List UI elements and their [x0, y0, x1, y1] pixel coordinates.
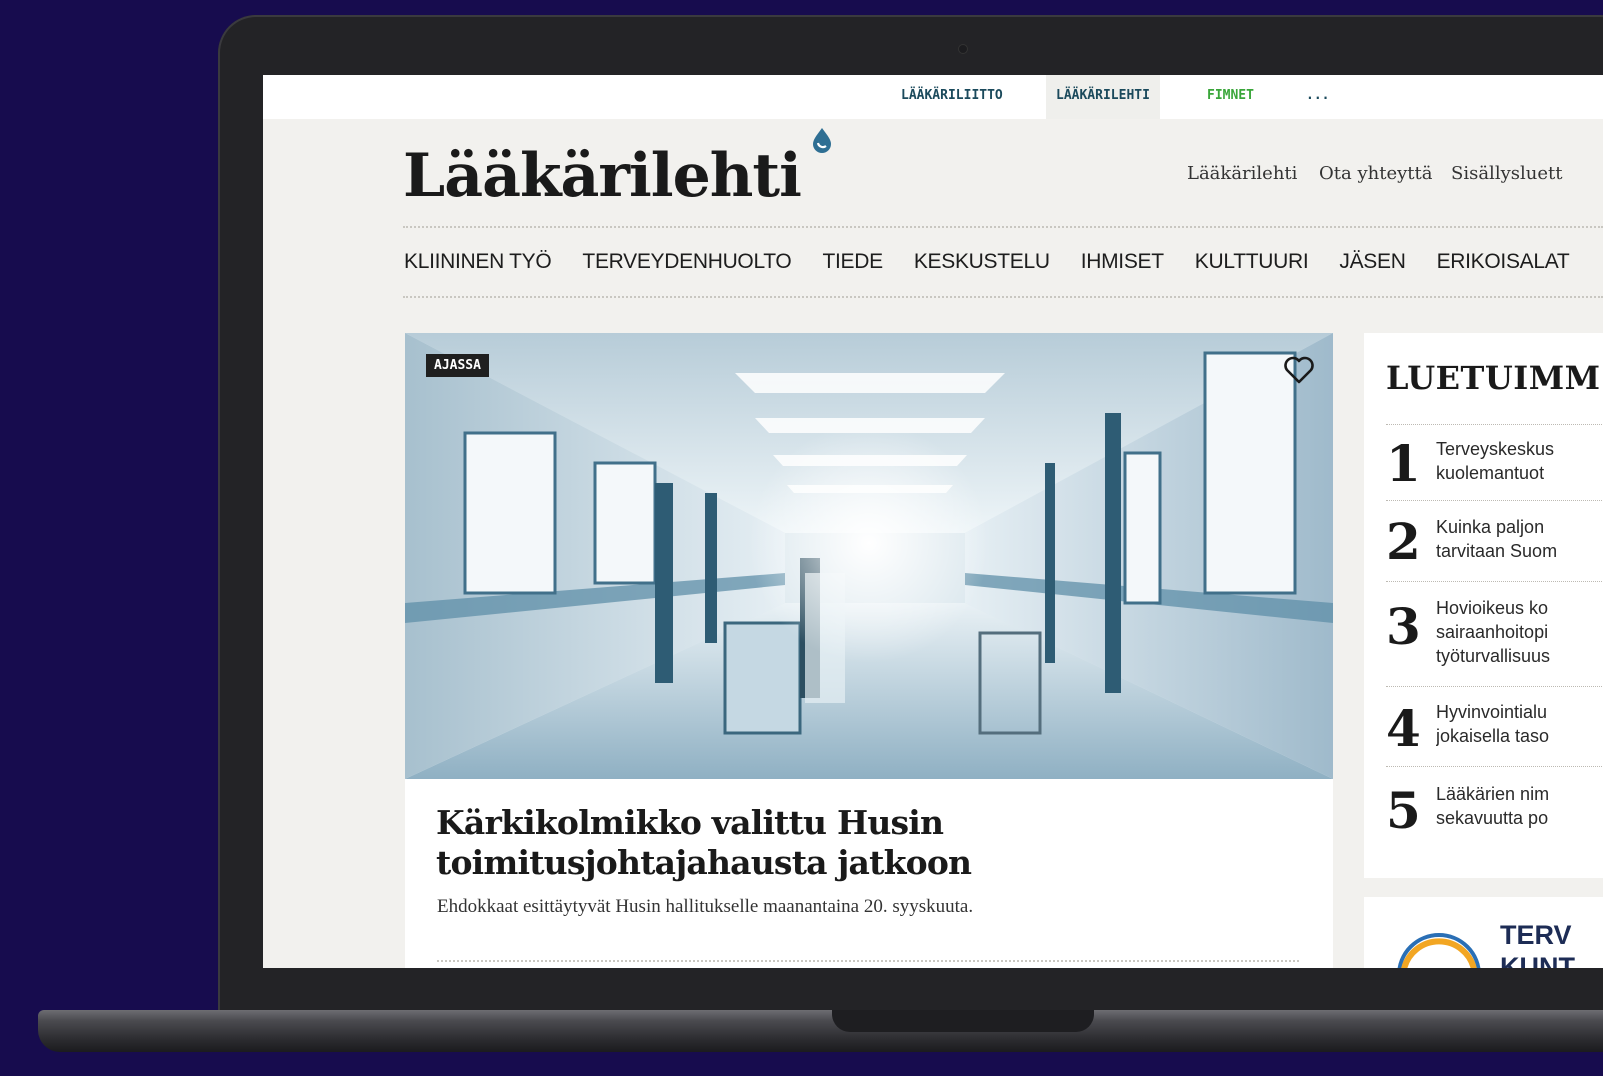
- toplink-more[interactable]: ...: [1296, 75, 1339, 117]
- divider: [403, 296, 1603, 298]
- divider: [1386, 500, 1603, 501]
- nav-kulttuuri[interactable]: KULTTUURI: [1195, 250, 1309, 280]
- main-nav: KLIININEN TYÖ TERVEYDENHUOLTO TIEDE KESK…: [404, 250, 1600, 280]
- most-read-text: Hovioikeus ko sairaanhoitopi työturvalli…: [1436, 598, 1551, 666]
- network-bar: LÄÄKÄRILIITTO LÄÄKÄRILEHTI FIMNET ...: [263, 75, 1603, 119]
- rank-number: 5: [1386, 781, 1421, 840]
- hero-image[interactable]: [405, 333, 1333, 779]
- browser-screen: LÄÄKÄRILIITTO LÄÄKÄRILEHTI FIMNET ... Lä…: [263, 75, 1603, 968]
- promo-logo-icon: [1397, 933, 1481, 968]
- util-link-contact[interactable]: Ota yhteyttä: [1319, 163, 1432, 184]
- laptop-notch: [832, 1010, 1094, 1032]
- article-lead: Ehdokkaat esittäytyvät Husin hallituksel…: [437, 896, 974, 917]
- nav-jasen[interactable]: JÄSEN: [1339, 250, 1405, 280]
- divider: [403, 226, 1603, 228]
- featured-article[interactable]: AJASSA Kärkikolmikko valittu Husin toimi…: [405, 333, 1333, 968]
- rank-number: 1: [1386, 434, 1421, 493]
- rank-number: 4: [1386, 699, 1421, 758]
- logo-drop-icon: [813, 128, 831, 153]
- laptop-base: [38, 1010, 1603, 1052]
- site-logo[interactable]: Lääkärilehti: [403, 141, 802, 211]
- rank-number: 3: [1386, 597, 1421, 656]
- category-tag[interactable]: AJASSA: [426, 354, 489, 377]
- most-read-title: LUETUIMM: [1386, 359, 1601, 397]
- most-read-text: Lääkärien nim sekavuutta po: [1436, 784, 1550, 828]
- most-read-text: Terveyskeskus kuolemantuot: [1436, 439, 1555, 483]
- divider: [1386, 686, 1603, 687]
- divider: [1386, 581, 1603, 582]
- util-link-laakarilehti[interactable]: Lääkärilehti: [1187, 163, 1297, 184]
- nav-erikoisalat[interactable]: ERIKOISALAT: [1437, 250, 1570, 280]
- most-read-text: Hyvinvointialu jokaisella taso: [1436, 702, 1550, 746]
- heart-icon[interactable]: [1283, 355, 1315, 385]
- nav-terveydenhuolto[interactable]: TERVEYDENHUOLTO: [582, 250, 791, 280]
- divider: [437, 960, 1299, 962]
- promo-text: TERV KUNT: [1500, 920, 1575, 968]
- util-link-contents[interactable]: Sisällysluett: [1451, 163, 1562, 184]
- most-read-text: Kuinka paljon tarvitaan Suom: [1436, 517, 1558, 561]
- toplink-fimnet[interactable]: FIMNET: [1197, 75, 1264, 117]
- nav-ihmiset[interactable]: IHMISET: [1081, 250, 1164, 280]
- promo-banner[interactable]: TERV KUNT: [1364, 897, 1603, 968]
- divider: [1386, 424, 1603, 425]
- most-read-panel: LUETUIMM 1 Terveyskeskus kuolemantuot 2 …: [1364, 333, 1603, 878]
- nav-tiede[interactable]: TIEDE: [822, 250, 883, 280]
- toplink-laakariliitto[interactable]: LÄÄKÄRILIITTO: [891, 75, 1013, 117]
- divider: [1386, 766, 1603, 767]
- camera-dot: [958, 44, 968, 54]
- nav-kliininen-tyo[interactable]: KLIININEN TYÖ: [404, 250, 552, 280]
- nav-keskustelu[interactable]: KESKUSTELU: [914, 250, 1050, 280]
- rank-number: 2: [1386, 512, 1421, 571]
- article-headline[interactable]: Kärkikolmikko valittu Husin toimitusjoht…: [436, 803, 1136, 883]
- toplink-laakarilehti[interactable]: LÄÄKÄRILEHTI: [1046, 75, 1160, 119]
